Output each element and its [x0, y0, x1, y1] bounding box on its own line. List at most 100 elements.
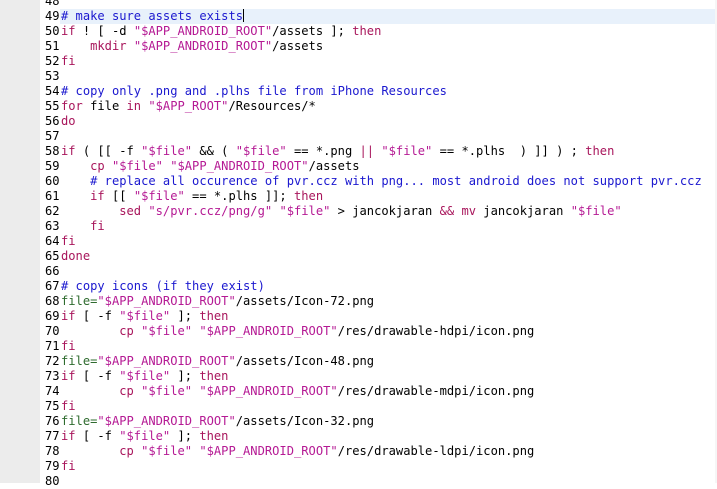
keyword-token: if: [61, 369, 76, 383]
line-number: 61: [45, 189, 60, 203]
code-line[interactable]: 77if [ -f "$file" ]; then: [0, 429, 717, 444]
code-content: if [ -f "$file" ]; then: [61, 369, 228, 383]
line-number: 57: [45, 129, 60, 143]
code-content: fi: [61, 339, 76, 353]
string-token: "$file": [235, 144, 287, 158]
line-number: 71: [45, 339, 60, 353]
code-line[interactable]: 62 sed "s/pvr.ccz/png/g" "$file" > janco…: [0, 204, 717, 219]
code-line[interactable]: 70 cp "$file" "$APP_ANDROID_ROOT"/res/dr…: [0, 324, 717, 339]
line-number: 54: [45, 84, 60, 98]
keyword-token: then: [199, 369, 229, 383]
string-token: "$file": [111, 159, 163, 173]
code-line[interactable]: 56do: [0, 114, 717, 129]
keyword-token: cp: [119, 444, 134, 458]
keyword-token: do: [61, 114, 76, 128]
code-line[interactable]: 50if ! [ -d "$APP_ANDROID_ROOT"/assets ]…: [0, 24, 717, 39]
code-text: > jancokjaran: [330, 204, 440, 218]
comment-token: # copy icons (if they exist): [61, 279, 265, 293]
code-line[interactable]: 53: [0, 69, 717, 84]
code-line[interactable]: 49# make sure assets exists: [0, 9, 717, 24]
code-line[interactable]: 78 cp "$file" "$APP_ANDROID_ROOT"/res/dr…: [0, 444, 717, 459]
line-number: 50: [45, 24, 60, 38]
code-line[interactable]: 54# copy only .png and .plhs file from i…: [0, 84, 717, 99]
code-text: /assets/Icon-72.png: [235, 294, 375, 308]
code-line[interactable]: 55for file in "$APP_ROOT"/Resources/*: [0, 99, 717, 114]
code-line[interactable]: 71fi: [0, 339, 717, 354]
line-number: 73: [45, 369, 60, 383]
line-number: 74: [45, 384, 60, 398]
variable-token: file=: [61, 414, 98, 428]
code-line[interactable]: 69if [ -f "$file" ]; then: [0, 309, 717, 324]
code-text: == *.png: [286, 144, 360, 158]
code-text: == *.plhs ) ]] ) ;: [432, 144, 586, 158]
code-text: file: [82, 99, 127, 113]
code-content: file="$APP_ANDROID_ROOT"/assets/Icon-48.…: [61, 354, 374, 368]
code-line[interactable]: 59 cp "$file" "$APP_ANDROID_ROOT"/assets: [0, 159, 717, 174]
code-line[interactable]: 66: [0, 264, 717, 279]
keyword-token: cp: [119, 324, 134, 338]
code-line[interactable]: 63 fi: [0, 219, 717, 234]
line-number: 64: [45, 234, 60, 248]
string-token: "$file": [141, 144, 193, 158]
keyword-token: cp: [90, 159, 105, 173]
code-line[interactable]: 68file="$APP_ANDROID_ROOT"/assets/Icon-7…: [0, 294, 717, 309]
code-line[interactable]: 74 cp "$file" "$APP_ANDROID_ROOT"/res/dr…: [0, 384, 717, 399]
code-line[interactable]: 64fi: [0, 234, 717, 249]
code-text: /res/drawable-mdpi/icon.png: [337, 384, 535, 398]
code-line[interactable]: 60 # replace all occurence of pvr.ccz wi…: [0, 174, 717, 189]
keyword-token: fi: [61, 339, 76, 353]
line-number: 51: [45, 39, 60, 53]
code-content: fi: [61, 234, 76, 248]
string-token: "s/pvr.ccz/png/g": [148, 204, 273, 218]
code-line[interactable]: 67# copy icons (if they exist): [0, 279, 717, 294]
code-line[interactable]: 61 if [[ "$file" == *.plhs ]]; then: [0, 189, 717, 204]
keyword-token: fi: [61, 234, 76, 248]
code-line[interactable]: 65done: [0, 249, 717, 264]
string-token: "$APP_ANDROID_ROOT": [97, 354, 236, 368]
code-line[interactable]: 73if [ -f "$file" ]; then: [0, 369, 717, 384]
code-line[interactable]: 79fi: [0, 459, 717, 474]
code-line[interactable]: 72file="$APP_ANDROID_ROOT"/assets/Icon-4…: [0, 354, 717, 369]
line-number: 63: [45, 219, 60, 233]
code-line[interactable]: 75fi: [0, 399, 717, 414]
comment-token: # copy only .png and .plhs file from iPh…: [61, 84, 447, 98]
code-content: fi: [61, 459, 76, 473]
string-token: "$file": [141, 384, 193, 398]
code-line[interactable]: 51 mkdir "$APP_ANDROID_ROOT"/assets: [0, 39, 717, 54]
line-number: 79: [45, 459, 60, 473]
keyword-token: then: [352, 24, 382, 38]
code-line[interactable]: 58if ( [[ -f "$file" && ( "$file" == *.p…: [0, 144, 717, 159]
keyword-token: fi: [61, 459, 76, 473]
keyword-token: if: [61, 429, 76, 443]
keyword-token: ||: [359, 144, 375, 158]
code-text: ! [ -d: [75, 24, 134, 38]
code-text: && (: [192, 144, 236, 158]
string-token: "$file": [133, 189, 185, 203]
code-line[interactable]: 80: [0, 474, 717, 489]
line-number: 77: [45, 429, 60, 443]
code-line[interactable]: 57: [0, 129, 717, 144]
code-content: cp "$file" "$APP_ANDROID_ROOT"/res/drawa…: [61, 384, 534, 398]
code-line[interactable]: 48: [0, 0, 717, 9]
keyword-token: if: [61, 24, 76, 38]
code-content: # copy icons (if they exist): [61, 279, 265, 293]
code-lines[interactable]: 48 49# make sure assets exists 50if ! [ -d…: [0, 0, 717, 489]
code-line[interactable]: 52fi: [0, 54, 717, 69]
code-line[interactable]: 76file="$APP_ANDROID_ROOT"/assets/Icon-3…: [0, 414, 717, 429]
code-text: /assets/Icon-48.png: [235, 354, 375, 368]
line-number: 70: [45, 324, 60, 338]
line-number: 65: [45, 249, 60, 263]
code-content: mkdir "$APP_ANDROID_ROOT"/assets: [61, 39, 323, 53]
code-text: ];: [170, 309, 200, 323]
keyword-token: fi: [61, 399, 76, 413]
line-number: 56: [45, 114, 60, 128]
code-content: if [[ "$file" == *.plhs ]]; then: [61, 189, 323, 203]
line-number: 66: [45, 264, 60, 278]
code-content: cp "$file" "$APP_ANDROID_ROOT"/assets: [61, 159, 359, 173]
